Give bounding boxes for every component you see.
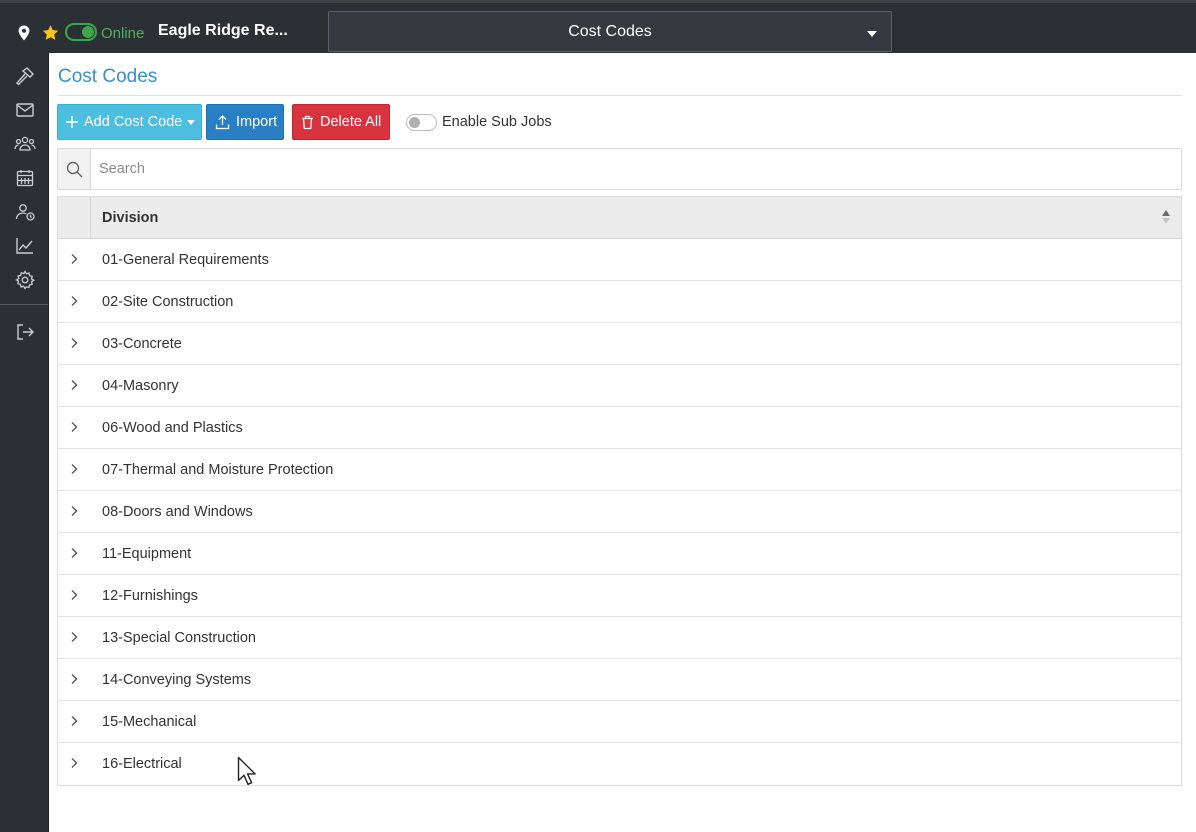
- table-row[interactable]: 08-Doors and Windows: [58, 491, 1181, 533]
- search-input[interactable]: [92, 149, 1180, 189]
- division-name: 16-Electrical: [102, 756, 182, 772]
- division-name: 11-Equipment: [102, 546, 192, 562]
- chevron-right-icon[interactable]: [69, 547, 79, 559]
- online-toggle[interactable]: [65, 23, 97, 41]
- chevron-right-icon[interactable]: [69, 421, 79, 433]
- star-icon[interactable]: [41, 24, 60, 42]
- expand-column-header: [58, 197, 91, 238]
- chevron-right-icon[interactable]: [69, 379, 79, 391]
- table-row[interactable]: 03-Concrete: [58, 323, 1181, 365]
- caret-down-icon: [187, 119, 196, 125]
- division-name: 03-Concrete: [102, 336, 182, 352]
- division-name: 04-Masonry: [102, 378, 179, 394]
- table-row[interactable]: 07-Thermal and Moisture Protection: [58, 449, 1181, 491]
- caret-down-icon: [867, 31, 877, 37]
- location-pin-icon[interactable]: [17, 25, 31, 41]
- page-select-value: Cost Codes: [568, 23, 652, 40]
- chart-line-icon[interactable]: [14, 235, 36, 257]
- sidebar-divider: [0, 304, 48, 305]
- table-row[interactable]: 14-Conveying Systems: [58, 659, 1181, 701]
- add-cost-code-label: Add Cost Code: [84, 114, 183, 130]
- chevron-right-icon[interactable]: [69, 589, 79, 601]
- enable-sub-jobs-label: Enable Sub Jobs: [442, 114, 552, 130]
- division-name: 08-Doors and Windows: [102, 504, 253, 520]
- table-row[interactable]: 11-Equipment: [58, 533, 1181, 575]
- table-row[interactable]: 01-General Requirements: [58, 239, 1181, 281]
- table-row[interactable]: 15-Mechanical: [58, 701, 1181, 743]
- chevron-right-icon[interactable]: [69, 295, 79, 307]
- trash-icon: [302, 115, 313, 129]
- chevron-right-icon[interactable]: [69, 253, 79, 265]
- hammer-icon[interactable]: [14, 65, 36, 87]
- table-row[interactable]: 13-Special Construction: [58, 617, 1181, 659]
- page-title: Cost Codes: [58, 66, 158, 87]
- chevron-right-icon[interactable]: [69, 505, 79, 517]
- users-icon[interactable]: [14, 133, 36, 155]
- top-bar: Online Eagle Ridge Re... Cost Codes: [0, 0, 1196, 53]
- grid-rows: 01-General Requirements 02-Site Construct…: [58, 239, 1181, 785]
- division-name: 14-Conveying Systems: [102, 672, 252, 688]
- grid-header: Division: [58, 197, 1181, 239]
- division-name: 12-Furnishings: [102, 588, 198, 604]
- online-status-label: Online: [101, 25, 145, 42]
- import-label: Import: [236, 114, 278, 130]
- chevron-right-icon[interactable]: [69, 463, 79, 475]
- search-addon: [58, 149, 91, 189]
- calendar-icon[interactable]: [14, 167, 36, 189]
- division-name: 02-Site Construction: [102, 294, 234, 310]
- user-clock-icon[interactable]: [14, 201, 36, 223]
- sidebar: [0, 53, 49, 832]
- enable-sub-jobs-toggle[interactable]: [406, 114, 437, 131]
- search-bar: [57, 148, 1182, 190]
- division-name: 13-Special Construction: [102, 630, 256, 646]
- chevron-right-icon[interactable]: [69, 337, 79, 349]
- chevron-right-icon[interactable]: [69, 757, 79, 769]
- sort-indicator-icon[interactable]: [1162, 210, 1170, 226]
- delete-all-label: Delete All: [320, 114, 382, 130]
- page-select-dropdown[interactable]: Cost Codes: [328, 11, 892, 52]
- logout-icon[interactable]: [14, 321, 36, 343]
- cost-codes-grid: Division 01-General Requirements 02-Site …: [57, 196, 1182, 786]
- table-row[interactable]: 16-Electrical: [58, 743, 1181, 785]
- chevron-right-icon[interactable]: [69, 673, 79, 685]
- division-column-header[interactable]: Division: [102, 210, 158, 226]
- chevron-right-icon[interactable]: [69, 715, 79, 727]
- division-name: 07-Thermal and Moisture Protection: [102, 462, 334, 478]
- division-name: 15-Mechanical: [102, 714, 197, 730]
- chevron-right-icon[interactable]: [69, 631, 79, 643]
- division-name: 06-Wood and Plastics: [102, 420, 243, 436]
- project-title[interactable]: Eagle Ridge Re...: [158, 22, 288, 40]
- search-icon: [66, 161, 83, 178]
- add-cost-code-button[interactable]: Add Cost Code: [57, 104, 202, 140]
- envelope-icon[interactable]: [14, 99, 36, 121]
- mouse-cursor-icon: [237, 756, 256, 785]
- table-row[interactable]: 02-Site Construction: [58, 281, 1181, 323]
- import-button[interactable]: Import: [206, 104, 284, 140]
- division-name: 01-General Requirements: [102, 252, 269, 268]
- gear-icon[interactable]: [14, 269, 36, 291]
- upload-icon: [215, 114, 230, 129]
- delete-all-button[interactable]: Delete All: [292, 104, 390, 140]
- table-row[interactable]: 12-Furnishings: [58, 575, 1181, 617]
- table-row[interactable]: 04-Masonry: [58, 365, 1181, 407]
- heading-divider: [58, 95, 1182, 96]
- table-row[interactable]: 06-Wood and Plastics: [58, 407, 1181, 449]
- plus-icon: [66, 116, 78, 128]
